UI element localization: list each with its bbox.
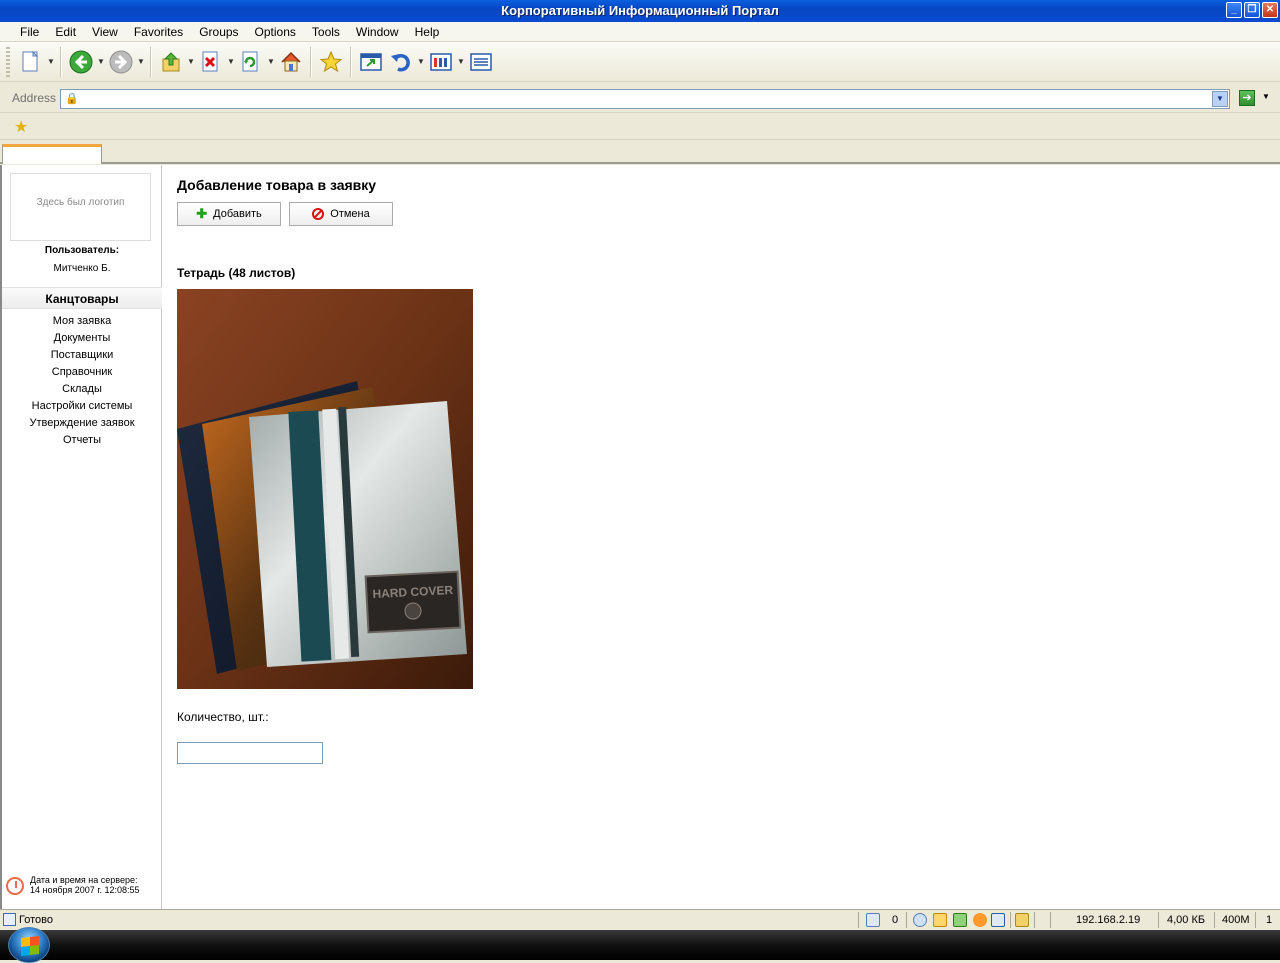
taskbar <box>0 927 1280 963</box>
refresh-dropdown-icon[interactable]: ▼ <box>266 57 276 66</box>
address-bar: Address 🔒 ▼ ➔ ▼ <box>0 83 1280 113</box>
restore-button[interactable]: ❐ <box>1244 2 1260 18</box>
network-icon[interactable] <box>913 913 927 927</box>
security-lock-icon <box>1015 913 1029 927</box>
links-bar: ★ <box>0 114 1280 140</box>
menu-options[interactable]: Options <box>247 22 304 41</box>
new-dropdown-icon[interactable]: ▼ <box>46 57 56 66</box>
back-icon[interactable] <box>66 47 96 77</box>
list-view-icon[interactable] <box>466 47 496 77</box>
sidebar-item-suppliers[interactable]: Поставщики <box>2 347 162 364</box>
quantity-label: Количество, шт.: <box>177 710 269 724</box>
undo-icon[interactable] <box>386 47 416 77</box>
add-button-label: Добавить <box>213 208 262 220</box>
close-button[interactable]: ✕ <box>1262 2 1278 18</box>
section-title: Канцтовары <box>2 287 162 309</box>
cancel-button-label: Отмена <box>330 208 370 220</box>
sidebar-item-reference[interactable]: Справочник <box>2 364 162 381</box>
status-count: 0 <box>892 914 899 926</box>
add-favorite-icon[interactable]: ★ <box>14 117 28 137</box>
go-icon[interactable]: ➔ <box>1239 90 1255 106</box>
undo-dropdown-icon[interactable]: ▼ <box>416 57 426 66</box>
product-image: HARD COVER <box>177 289 473 689</box>
server-time: Дата и время на сервере: 14 ноября 2007 … <box>6 875 158 901</box>
back-dropdown-icon[interactable]: ▼ <box>96 57 106 66</box>
status-bar: Готово 0 192.168.2.19 4,00 КБ 400M 1 <box>0 909 1280 930</box>
menu-groups[interactable]: Groups <box>191 22 246 41</box>
address-input[interactable] <box>60 89 1230 109</box>
sidebar-item-reports[interactable]: Отчеты <box>2 432 162 449</box>
forward-dropdown-icon[interactable]: ▼ <box>136 57 146 66</box>
memory-usage: 400M <box>1222 914 1250 926</box>
clock-icon <box>6 877 24 895</box>
toolbar-grip[interactable] <box>6 46 10 77</box>
page-status-icon <box>3 913 16 926</box>
address-dropdown-icon[interactable]: ▼ <box>1212 91 1228 107</box>
plus-icon: ✚ <box>196 206 208 221</box>
add-button[interactable]: ✚ Добавить <box>177 202 281 226</box>
user-label: Пользователь: <box>44 245 120 256</box>
download-icon[interactable] <box>953 913 967 927</box>
page-content: Здесь был логотип Пользователь: Митченко… <box>0 165 1280 909</box>
favorites-star-icon[interactable] <box>316 47 346 77</box>
address-label: Address <box>12 91 57 105</box>
logo-placeholder: Здесь был логотип <box>10 173 151 241</box>
start-button[interactable] <box>8 927 50 963</box>
sidebar-nav: Моя заявка Документы Поставщики Справочн… <box>2 313 162 449</box>
user-name: Митченко Б. <box>53 263 111 274</box>
server-time-value: 14 ноября 2007 г. 12:08:55 <box>30 885 140 895</box>
lock-icon: 🔒 <box>65 93 79 105</box>
forward-icon[interactable] <box>106 47 136 77</box>
stop-icon[interactable] <box>196 47 226 77</box>
page-icon[interactable] <box>991 913 1005 927</box>
menu-help[interactable]: Help <box>407 22 448 41</box>
tools-dropdown-icon[interactable]: ▼ <box>456 57 466 66</box>
menu-edit[interactable]: Edit <box>47 22 84 41</box>
cancel-icon <box>312 208 325 220</box>
menu-tools[interactable]: Tools <box>304 22 348 41</box>
stop-dropdown-icon[interactable]: ▼ <box>226 57 236 66</box>
tab-bar <box>0 140 1280 164</box>
sun-icon[interactable] <box>973 913 987 927</box>
up-dropdown-icon[interactable]: ▼ <box>186 57 196 66</box>
status-number: 1 <box>1266 914 1273 926</box>
page-size: 4,00 КБ <box>1167 914 1206 926</box>
cancel-button[interactable]: Отмена <box>289 202 393 226</box>
status-text: Готово <box>19 914 53 926</box>
windows-logo-icon <box>21 936 39 956</box>
menu-file[interactable]: File <box>12 22 47 41</box>
sidebar-item-approval[interactable]: Утверждение заявок <box>2 415 162 432</box>
popup-blocker-icon[interactable] <box>933 913 947 927</box>
server-time-label: Дата и время на сервере: <box>30 875 138 885</box>
title-bar: Корпоративный Информационный Портал _ ❐ … <box>0 0 1280 22</box>
sidebar-item-my-request[interactable]: Моя заявка <box>2 313 162 330</box>
sidebar-item-documents[interactable]: Документы <box>2 330 162 347</box>
sidebar: Здесь был логотип Пользователь: Митченко… <box>2 165 162 909</box>
toolbar: ▼ ▼ ▼ ▼ ▼ ▼ ▼ ▼ <box>0 42 1280 82</box>
menu-bar: File Edit View Favorites Groups Options … <box>0 22 1280 42</box>
menu-window[interactable]: Window <box>348 22 407 41</box>
tools-icon[interactable] <box>426 47 456 77</box>
tab-active[interactable] <box>2 144 102 164</box>
quantity-input[interactable] <box>177 742 323 764</box>
minimize-button[interactable]: _ <box>1226 2 1242 18</box>
refresh-icon[interactable] <box>236 47 266 77</box>
go-dropdown-icon[interactable]: ▼ <box>1262 92 1270 101</box>
trash-icon[interactable] <box>866 913 880 927</box>
window-title: Корпоративный Информационный Портал <box>501 3 779 18</box>
main-panel: Добавление товара в заявку ✚ Добавить От… <box>177 165 1277 909</box>
page-title: Добавление товара в заявку <box>177 177 377 193</box>
menu-favorites[interactable]: Favorites <box>126 22 191 41</box>
ip-address: 192.168.2.19 <box>1076 914 1141 926</box>
new-window-icon[interactable] <box>356 47 386 77</box>
new-page-icon[interactable] <box>16 47 46 77</box>
product-name: Тетрадь (48 листов) <box>177 266 296 280</box>
menu-view[interactable]: View <box>84 22 126 41</box>
up-folder-icon[interactable] <box>156 47 186 77</box>
sidebar-item-settings[interactable]: Настройки системы <box>2 398 162 415</box>
home-icon[interactable] <box>276 47 306 77</box>
sidebar-item-warehouses[interactable]: Склады <box>2 381 162 398</box>
